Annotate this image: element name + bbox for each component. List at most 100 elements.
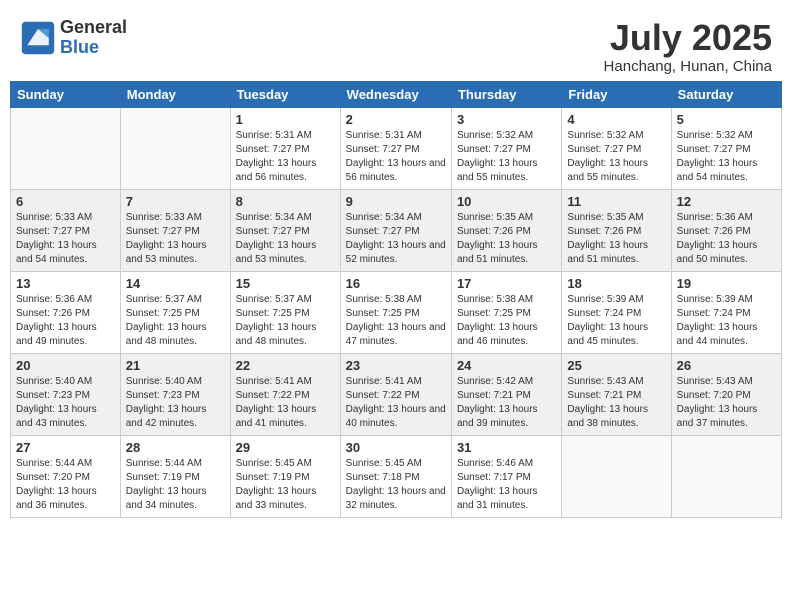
calendar-cell: 11 Sunrise: 5:35 AM Sunset: 7:26 PM Dayli… xyxy=(562,189,671,271)
day-number: 6 xyxy=(16,194,115,209)
day-info: Sunrise: 5:43 AM Sunset: 7:20 PM Dayligh… xyxy=(677,375,776,431)
calendar-cell: 17 Sunrise: 5:38 AM Sunset: 7:25 PM Dayli… xyxy=(451,271,561,353)
weekday-friday: Friday xyxy=(562,81,671,107)
calendar-cell: 26Sunrise: 5:43 AM Sunset: 7:20 PM Dayli… xyxy=(671,353,781,435)
day-number: 25 xyxy=(567,358,665,373)
day-number: 11 xyxy=(567,194,665,209)
calendar-cell: 6 Sunrise: 5:33 AM Sunset: 7:27 PM Daylig… xyxy=(11,189,121,271)
day-number: 24 xyxy=(457,358,556,373)
logo-general: General xyxy=(60,18,127,38)
day-number: 31 xyxy=(457,440,556,455)
location-title: Hanchang, Hunan, China xyxy=(604,58,772,75)
logo: General Blue xyxy=(20,18,127,58)
day-number: 10 xyxy=(457,194,556,209)
calendar-cell: 29 Sunrise: 5:45 AM Sunset: 7:19 PM Dayli… xyxy=(230,435,340,517)
calendar-week-5: 27 Sunrise: 5:44 AM Sunset: 7:20 PM Dayli… xyxy=(11,435,782,517)
calendar-cell: 4 Sunrise: 5:32 AM Sunset: 7:27 PM Daylig… xyxy=(562,107,671,189)
weekday-tuesday: Tuesday xyxy=(230,81,340,107)
day-info: Sunrise: 5:40 AM Sunset: 7:23 PM Dayligh… xyxy=(16,375,115,431)
weekday-saturday: Saturday xyxy=(671,81,781,107)
calendar-cell: 19 Sunrise: 5:39 AM Sunset: 7:24 PM Dayli… xyxy=(671,271,781,353)
day-number: 13 xyxy=(16,276,115,291)
day-info: Sunrise: 5:36 AM Sunset: 7:26 PM Dayligh… xyxy=(16,293,115,349)
calendar-cell: 7Sunrise: 5:33 AM Sunset: 7:27 PM Daylig… xyxy=(120,189,230,271)
calendar-cell: 8 Sunrise: 5:34 AM Sunset: 7:27 PM Daylig… xyxy=(230,189,340,271)
weekday-thursday: Thursday xyxy=(451,81,561,107)
day-number: 7 xyxy=(126,194,225,209)
day-number: 5 xyxy=(677,112,776,127)
calendar-cell xyxy=(671,435,781,517)
calendar-cell: 13 Sunrise: 5:36 AM Sunset: 7:26 PM Dayli… xyxy=(11,271,121,353)
page-header: General Blue July 2025 Hanchang, Hunan, … xyxy=(10,10,782,81)
calendar-cell: 20 Sunrise: 5:40 AM Sunset: 7:23 PM Dayli… xyxy=(11,353,121,435)
day-number: 15 xyxy=(236,276,335,291)
day-info: Sunrise: 5:34 AM Sunset: 7:27 PM Dayligh… xyxy=(236,211,335,267)
day-info: Sunrise: 5:35 AM Sunset: 7:26 PM Dayligh… xyxy=(567,211,665,267)
day-info: Sunrise: 5:31 AM Sunset: 7:27 PM Dayligh… xyxy=(236,129,335,185)
calendar-cell: 28 Sunrise: 5:44 AM Sunset: 7:19 PM Dayli… xyxy=(120,435,230,517)
day-number: 2 xyxy=(346,112,446,127)
day-info: Sunrise: 5:39 AM Sunset: 7:24 PM Dayligh… xyxy=(567,293,665,349)
day-info: Sunrise: 5:45 AM Sunset: 7:18 PM Dayligh… xyxy=(346,457,446,513)
calendar-cell: 1 Sunrise: 5:31 AM Sunset: 7:27 PM Daylig… xyxy=(230,107,340,189)
day-info: Sunrise: 5:32 AM Sunset: 7:27 PM Dayligh… xyxy=(677,129,776,185)
calendar-cell: 14Sunrise: 5:37 AM Sunset: 7:25 PM Dayli… xyxy=(120,271,230,353)
day-number: 8 xyxy=(236,194,335,209)
calendar-cell: 30Sunrise: 5:45 AM Sunset: 7:18 PM Dayli… xyxy=(340,435,451,517)
calendar-cell: 15Sunrise: 5:37 AM Sunset: 7:25 PM Dayli… xyxy=(230,271,340,353)
calendar-cell: 5 Sunrise: 5:32 AM Sunset: 7:27 PM Daylig… xyxy=(671,107,781,189)
day-info: Sunrise: 5:43 AM Sunset: 7:21 PM Dayligh… xyxy=(567,375,665,431)
calendar-cell: 21Sunrise: 5:40 AM Sunset: 7:23 PM Dayli… xyxy=(120,353,230,435)
day-info: Sunrise: 5:33 AM Sunset: 7:27 PM Dayligh… xyxy=(16,211,115,267)
day-info: Sunrise: 5:40 AM Sunset: 7:23 PM Dayligh… xyxy=(126,375,225,431)
calendar-cell: 22Sunrise: 5:41 AM Sunset: 7:22 PM Dayli… xyxy=(230,353,340,435)
calendar-cell xyxy=(120,107,230,189)
day-info: Sunrise: 5:42 AM Sunset: 7:21 PM Dayligh… xyxy=(457,375,556,431)
day-number: 29 xyxy=(236,440,335,455)
day-info: Sunrise: 5:31 AM Sunset: 7:27 PM Dayligh… xyxy=(346,129,446,185)
day-number: 19 xyxy=(677,276,776,291)
day-number: 1 xyxy=(236,112,335,127)
day-number: 17 xyxy=(457,276,556,291)
calendar-cell: 31 Sunrise: 5:46 AM Sunset: 7:17 PM Dayli… xyxy=(451,435,561,517)
day-number: 27 xyxy=(16,440,115,455)
calendar-cell: 3Sunrise: 5:32 AM Sunset: 7:27 PM Daylig… xyxy=(451,107,561,189)
day-info: Sunrise: 5:32 AM Sunset: 7:27 PM Dayligh… xyxy=(567,129,665,185)
day-info: Sunrise: 5:46 AM Sunset: 7:17 PM Dayligh… xyxy=(457,457,556,513)
calendar-week-1: 1 Sunrise: 5:31 AM Sunset: 7:27 PM Daylig… xyxy=(11,107,782,189)
day-number: 20 xyxy=(16,358,115,373)
day-info: Sunrise: 5:38 AM Sunset: 7:25 PM Dayligh… xyxy=(346,293,446,349)
day-info: Sunrise: 5:36 AM Sunset: 7:26 PM Dayligh… xyxy=(677,211,776,267)
calendar-cell xyxy=(11,107,121,189)
calendar-week-2: 6 Sunrise: 5:33 AM Sunset: 7:27 PM Daylig… xyxy=(11,189,782,271)
day-info: Sunrise: 5:44 AM Sunset: 7:20 PM Dayligh… xyxy=(16,457,115,513)
calendar-cell: 10 Sunrise: 5:35 AM Sunset: 7:26 PM Dayli… xyxy=(451,189,561,271)
calendar-cell: 18 Sunrise: 5:39 AM Sunset: 7:24 PM Dayli… xyxy=(562,271,671,353)
day-number: 18 xyxy=(567,276,665,291)
title-block: July 2025 Hanchang, Hunan, China xyxy=(604,18,772,75)
day-info: Sunrise: 5:35 AM Sunset: 7:26 PM Dayligh… xyxy=(457,211,556,267)
day-number: 12 xyxy=(677,194,776,209)
day-number: 28 xyxy=(126,440,225,455)
day-info: Sunrise: 5:34 AM Sunset: 7:27 PM Dayligh… xyxy=(346,211,446,267)
calendar-cell: 23Sunrise: 5:41 AM Sunset: 7:22 PM Dayli… xyxy=(340,353,451,435)
weekday-monday: Monday xyxy=(120,81,230,107)
calendar-cell xyxy=(562,435,671,517)
day-number: 4 xyxy=(567,112,665,127)
calendar-cell: 16 Sunrise: 5:38 AM Sunset: 7:25 PM Dayli… xyxy=(340,271,451,353)
logo-blue: Blue xyxy=(60,38,127,58)
calendar-table: SundayMondayTuesdayWednesdayThursdayFrid… xyxy=(10,81,782,518)
calendar-week-4: 20 Sunrise: 5:40 AM Sunset: 7:23 PM Dayli… xyxy=(11,353,782,435)
month-title: July 2025 xyxy=(604,18,772,58)
logo-icon xyxy=(20,20,56,56)
day-info: Sunrise: 5:39 AM Sunset: 7:24 PM Dayligh… xyxy=(677,293,776,349)
day-number: 16 xyxy=(346,276,446,291)
weekday-sunday: Sunday xyxy=(11,81,121,107)
day-number: 3 xyxy=(457,112,556,127)
day-info: Sunrise: 5:45 AM Sunset: 7:19 PM Dayligh… xyxy=(236,457,335,513)
day-info: Sunrise: 5:44 AM Sunset: 7:19 PM Dayligh… xyxy=(126,457,225,513)
day-info: Sunrise: 5:41 AM Sunset: 7:22 PM Dayligh… xyxy=(236,375,335,431)
day-info: Sunrise: 5:37 AM Sunset: 7:25 PM Dayligh… xyxy=(126,293,225,349)
day-info: Sunrise: 5:38 AM Sunset: 7:25 PM Dayligh… xyxy=(457,293,556,349)
day-number: 9 xyxy=(346,194,446,209)
